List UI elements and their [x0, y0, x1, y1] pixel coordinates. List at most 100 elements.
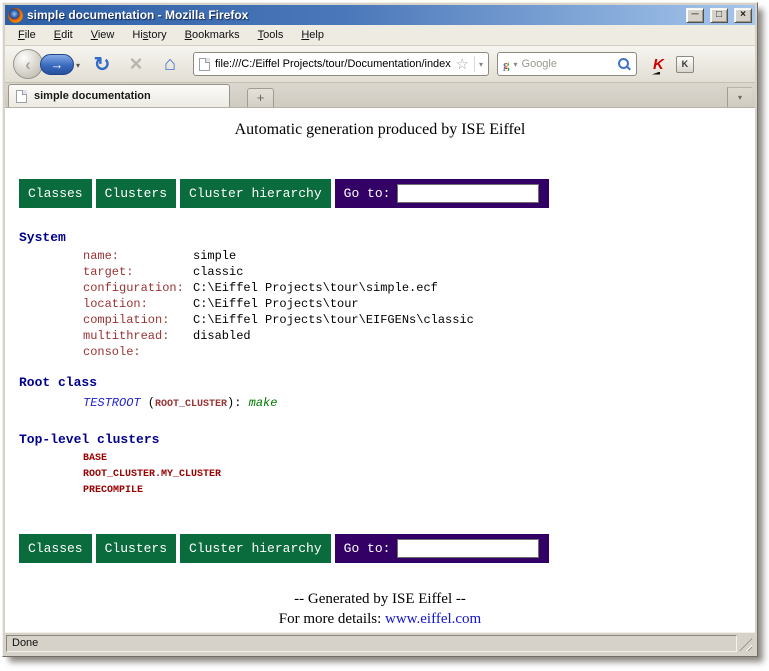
row-label: name:: [83, 248, 193, 264]
doc-navbar-bottom: Classes Clusters Cluster hierarchy Go to…: [19, 534, 755, 563]
row-label: configuration:: [83, 280, 193, 296]
row-value: classic: [193, 265, 243, 279]
goto-box: Go to:: [335, 534, 550, 563]
close-paren: ):: [227, 396, 249, 410]
clusters-button[interactable]: Clusters: [96, 179, 176, 208]
menu-history[interactable]: History: [123, 26, 175, 44]
desktop: simple documentation - Mozilla Firefox ─…: [0, 0, 769, 671]
top-level-clusters-heading: Top-level clusters: [19, 431, 755, 448]
list-all-tabs-button[interactable]: ▾: [727, 87, 752, 107]
root-class-link[interactable]: TESTROOT: [83, 396, 141, 410]
system-rows: name:simple target:classic configuration…: [5, 248, 755, 360]
window-title: simple documentation - Mozilla Firefox: [27, 8, 680, 22]
row-value: C:\Eiffel Projects\tour\EIFGENs\classic: [193, 313, 474, 327]
root-cluster-ref[interactable]: ROOT_CLUSTER: [155, 399, 227, 410]
root-class-heading: Root class: [19, 374, 755, 391]
stop-button[interactable]: ×: [121, 49, 151, 79]
tab-label: simple documentation: [34, 90, 151, 102]
classes-button[interactable]: Classes: [19, 534, 92, 563]
url-dropdown-icon[interactable]: ▾: [474, 56, 483, 72]
footer-details-line: For more details: www.eiffel.com: [5, 609, 755, 629]
menu-file[interactable]: File: [9, 26, 45, 44]
firefox-window: simple documentation - Mozilla Firefox ─…: [2, 2, 758, 657]
tab-favicon: [16, 90, 27, 103]
status-text: Done: [6, 635, 737, 652]
google-logo-icon: g: [503, 58, 510, 71]
firefox-icon: [8, 8, 23, 23]
search-engine-dropdown-icon[interactable]: ▾: [514, 60, 518, 69]
search-icon[interactable]: [618, 58, 631, 71]
goto-input[interactable]: [397, 539, 539, 558]
resize-grip-icon[interactable]: [739, 638, 752, 651]
history-dropdown-icon[interactable]: ▾: [76, 61, 80, 70]
system-heading: System: [19, 229, 755, 246]
root-class-line: TESTROOT (ROOT_CLUSTER): make: [83, 395, 755, 413]
url-input[interactable]: file:///C:/Eiffel Projects/tour/Document…: [215, 58, 451, 70]
system-row-multithread: multithread:disabled: [83, 328, 755, 344]
title-bar[interactable]: simple documentation - Mozilla Firefox ─…: [5, 5, 755, 25]
cluster-hierarchy-button[interactable]: Cluster hierarchy: [180, 179, 331, 208]
maximize-button[interactable]: □: [710, 8, 728, 23]
back-forward-group: ‹ → ▾: [13, 48, 85, 80]
system-row-location: location:C:\Eiffel Projects\tour: [83, 296, 755, 312]
footer-generated-line: -- Generated by ISE Eiffel --: [5, 589, 755, 609]
stop-icon: ×: [130, 51, 143, 77]
eiffel-website-link[interactable]: www.eiffel.com: [385, 611, 481, 627]
goto-input[interactable]: [397, 184, 539, 203]
creation-feature-link[interactable]: make: [249, 396, 278, 410]
page-content: Automatic generation produced by ISE Eif…: [5, 108, 755, 632]
new-tab-button[interactable]: +: [247, 88, 274, 107]
row-value: disabled: [193, 329, 251, 343]
row-label: target:: [83, 264, 193, 280]
footer-details-prefix: For more details:: [279, 611, 385, 627]
forward-button[interactable]: →: [40, 54, 74, 75]
menu-edit[interactable]: Edit: [45, 26, 82, 44]
minimize-button[interactable]: ─: [686, 8, 704, 23]
cluster-link-base[interactable]: BASE: [83, 451, 755, 467]
search-input[interactable]: Google: [522, 58, 614, 70]
row-value: C:\Eiffel Projects\tour: [193, 297, 359, 311]
menu-bookmarks[interactable]: Bookmarks: [176, 26, 249, 44]
system-row-console: console:: [83, 344, 755, 360]
home-icon: ⌂: [164, 53, 176, 76]
tab-strip: simple documentation + ▾: [5, 83, 755, 108]
kaspersky-icon[interactable]: K: [653, 57, 664, 72]
back-arrow-icon: ‹: [25, 56, 31, 73]
bookmark-star-icon[interactable]: ☆: [456, 57, 469, 72]
forward-arrow-icon: →: [51, 58, 64, 71]
back-button[interactable]: ‹: [13, 49, 43, 79]
system-row-name: name:simple: [83, 248, 755, 264]
system-row-target: target:classic: [83, 264, 755, 280]
row-label: location:: [83, 296, 193, 312]
clusters-button[interactable]: Clusters: [96, 534, 176, 563]
row-label: multithread:: [83, 328, 193, 344]
home-button[interactable]: ⌂: [155, 49, 185, 79]
goto-label: Go to:: [344, 541, 391, 556]
menu-bar: FileEditViewHistoryBookmarksToolsHelp: [5, 25, 755, 46]
search-bar[interactable]: g ▾ Google: [497, 52, 637, 76]
cluster-list: BASE ROOT_CLUSTER.MY_CLUSTER PRECOMPILE: [5, 451, 755, 499]
close-button[interactable]: ×: [734, 8, 752, 23]
menu-tools[interactable]: Tools: [249, 26, 293, 44]
goto-label: Go to:: [344, 186, 391, 201]
address-bar[interactable]: file:///C:/Eiffel Projects/tour/Document…: [193, 52, 489, 76]
system-row-configuration: configuration:C:\Eiffel Projects\tour\si…: [83, 280, 755, 296]
tab-simple-documentation[interactable]: simple documentation: [8, 84, 230, 107]
reload-icon: ↻: [94, 52, 111, 77]
system-row-compilation: compilation:C:\Eiffel Projects\tour\EIFG…: [83, 312, 755, 328]
goto-box: Go to:: [335, 179, 550, 208]
classes-button[interactable]: Classes: [19, 179, 92, 208]
reload-button[interactable]: ↻: [87, 49, 117, 79]
page-title: Automatic generation produced by ISE Eif…: [5, 121, 755, 139]
row-value: simple: [193, 249, 236, 263]
page-footer: -- Generated by ISE Eiffel -- For more d…: [5, 589, 755, 629]
cluster-link-root-cluster-my-cluster[interactable]: ROOT_CLUSTER.MY_CLUSTER: [83, 467, 755, 483]
site-favicon: [199, 58, 210, 71]
doc-navbar-top: Classes Clusters Cluster hierarchy Go to…: [19, 179, 755, 208]
virtual-keyboard-button[interactable]: K: [676, 56, 694, 73]
menu-view[interactable]: View: [82, 26, 124, 44]
row-label: compilation:: [83, 312, 193, 328]
menu-help[interactable]: Help: [292, 26, 333, 44]
cluster-link-precompile[interactable]: PRECOMPILE: [83, 483, 755, 499]
cluster-hierarchy-button[interactable]: Cluster hierarchy: [180, 534, 331, 563]
